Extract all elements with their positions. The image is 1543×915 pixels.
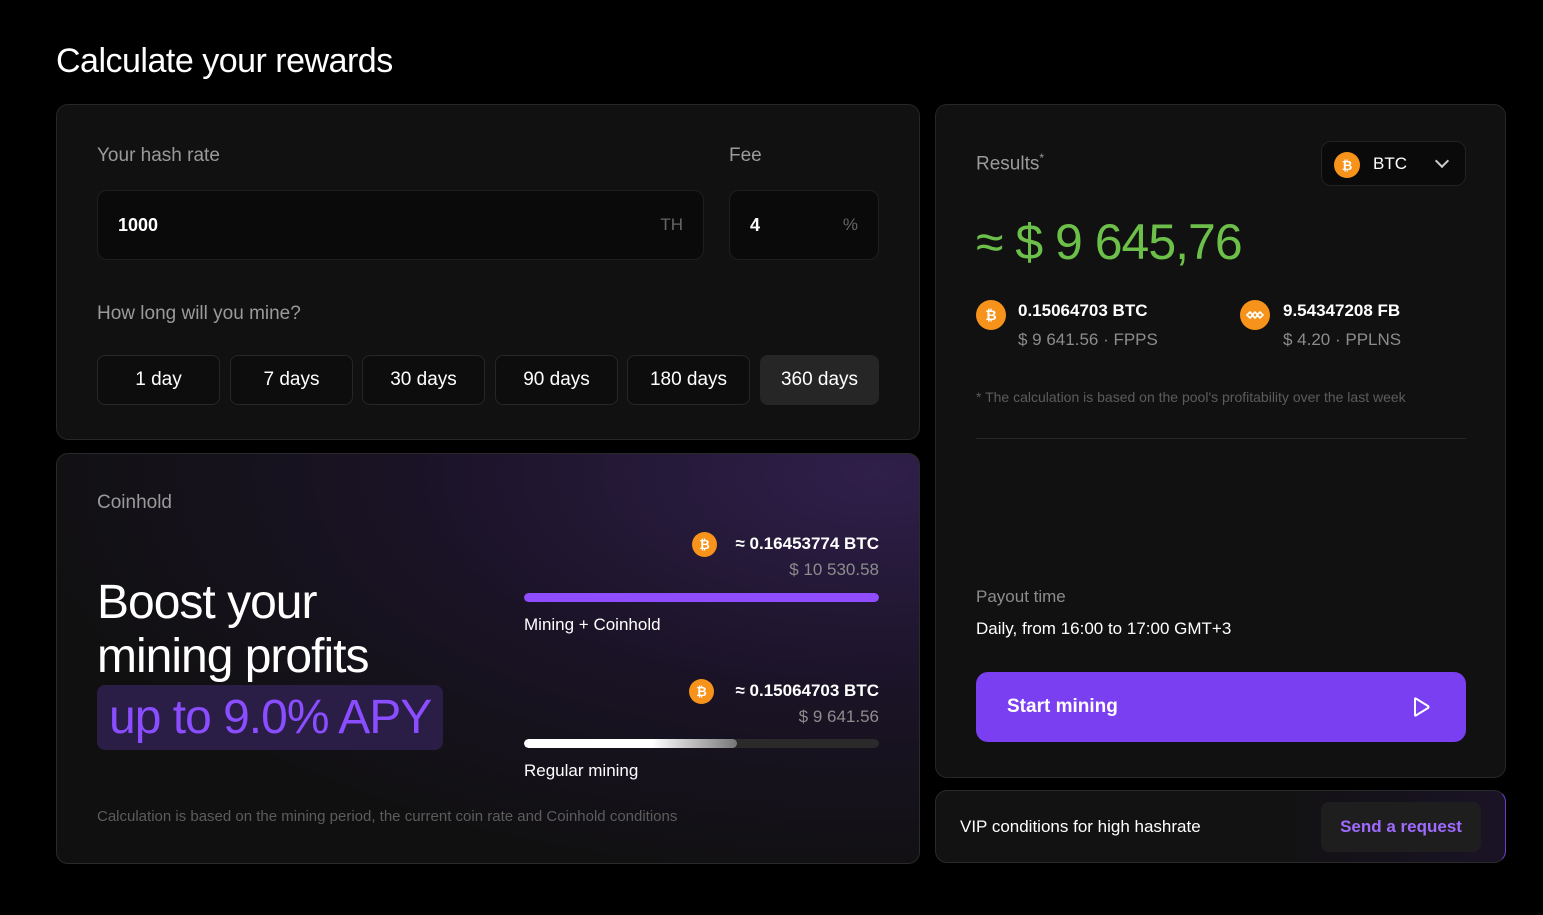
vip-card: VIP conditions for high hashrate Send a …: [935, 790, 1506, 863]
hash-rate-input[interactable]: 1000 TH: [97, 190, 704, 260]
coinhold-bar-fill: [524, 593, 879, 602]
coinhold-usd: $ 10 530.58: [789, 560, 879, 579]
coinhold-label: Coinhold: [97, 492, 172, 513]
regular-usd: $ 9 641.56: [798, 707, 879, 726]
results-divider: [976, 438, 1466, 439]
period-180-days-button[interactable]: 180 days: [627, 355, 750, 405]
regular-amount: ≈ 0.15064703 BTC: [735, 681, 879, 700]
btc-sub: $ 9 641.56 · FPPS: [1018, 330, 1158, 349]
fee-input[interactable]: 4 %: [729, 190, 879, 260]
page-title: Calculate your rewards: [56, 42, 393, 80]
coinhold-footnote: Calculation is based on the mining perio…: [97, 808, 678, 825]
fee-unit: %: [842, 215, 858, 234]
hash-rate-label: Your hash rate: [97, 145, 220, 166]
coinhold-bar-caption: Mining + Coinhold: [524, 615, 661, 634]
payout-value: Daily, from 16:00 to 17:00 GMT+3: [976, 619, 1232, 638]
duration-label: How long will you mine?: [97, 303, 301, 324]
total-reward: ≈ $ 9 645,76: [976, 214, 1243, 270]
chevron-down-icon: [1434, 153, 1450, 169]
period-360-days-button[interactable]: 360 days: [760, 355, 879, 405]
coinhold-bar: [524, 593, 879, 602]
results-label: Results*: [976, 151, 1044, 175]
play-icon: [1410, 696, 1432, 723]
bitcoin-icon: ₿: [689, 679, 714, 704]
results-card: Results* ₿ BTC ≈ $ 9 645,76 ₿ 0.15064703…: [935, 104, 1506, 778]
coinhold-card: Coinhold Boost your mining profits up to…: [56, 453, 920, 864]
hash-rate-value: 1000: [118, 215, 159, 235]
start-mining-label: Start mining: [1007, 696, 1118, 717]
period-90-days-button[interactable]: 90 days: [495, 355, 618, 405]
regular-amount-block: ≈ 0.15064703 BTC $ 9 641.56: [735, 681, 879, 727]
coin-select-value: BTC: [1373, 154, 1407, 173]
send-request-button[interactable]: Send a request: [1321, 802, 1481, 852]
regular-bar: [524, 739, 879, 748]
apy-badge: up to 9.0% APY: [97, 685, 444, 750]
period-1-day-button[interactable]: 1 day: [97, 355, 220, 405]
bitcoin-icon: ₿: [976, 300, 1006, 330]
bitcoin-icon: ₿: [692, 532, 717, 557]
fb-sub: $ 4.20 · PPLNS: [1283, 330, 1402, 349]
period-7-days-button[interactable]: 7 days: [230, 355, 353, 405]
headline-line-2: mining profits: [97, 630, 369, 683]
coinhold-headline: Boost your mining profits: [97, 576, 369, 684]
fee-value: 4: [750, 215, 761, 235]
coinhold-amount: ≈ 0.16453774 BTC: [735, 534, 879, 553]
results-note: * The calculation is based on the pool's…: [976, 389, 1406, 405]
btc-result: 0.15064703 BTC $ 9 641.56 · FPPS: [1018, 301, 1158, 350]
btc-amount: 0.15064703 BTC: [1018, 301, 1148, 320]
regular-bar-fill: [524, 739, 737, 748]
fee-label: Fee: [729, 145, 762, 166]
coin-select-dropdown[interactable]: ₿ BTC: [1321, 141, 1466, 186]
regular-bar-caption: Regular mining: [524, 761, 639, 780]
results-label-text: Results: [976, 153, 1040, 175]
period-30-days-button[interactable]: 30 days: [362, 355, 485, 405]
bitcoin-icon: ₿: [1334, 152, 1360, 178]
coinhold-amount-block: ≈ 0.16453774 BTC $ 10 530.58: [735, 534, 879, 580]
vip-text: VIP conditions for high hashrate: [960, 817, 1201, 836]
fractal-glyph: [1246, 310, 1264, 320]
fractal-bitcoin-icon: [1240, 300, 1270, 330]
fb-amount: 9.54347208 FB: [1283, 301, 1401, 320]
payout-label: Payout time: [976, 587, 1066, 606]
hash-rate-unit: TH: [660, 215, 683, 234]
headline-line-1: Boost your: [97, 576, 317, 629]
calculator-card: Your hash rate Fee 1000 TH 4 % How long …: [56, 104, 920, 440]
fb-result: 9.54347208 FB $ 4.20 · PPLNS: [1283, 301, 1401, 350]
start-mining-button[interactable]: Start mining: [976, 672, 1466, 742]
results-asterisk: *: [1039, 151, 1045, 165]
